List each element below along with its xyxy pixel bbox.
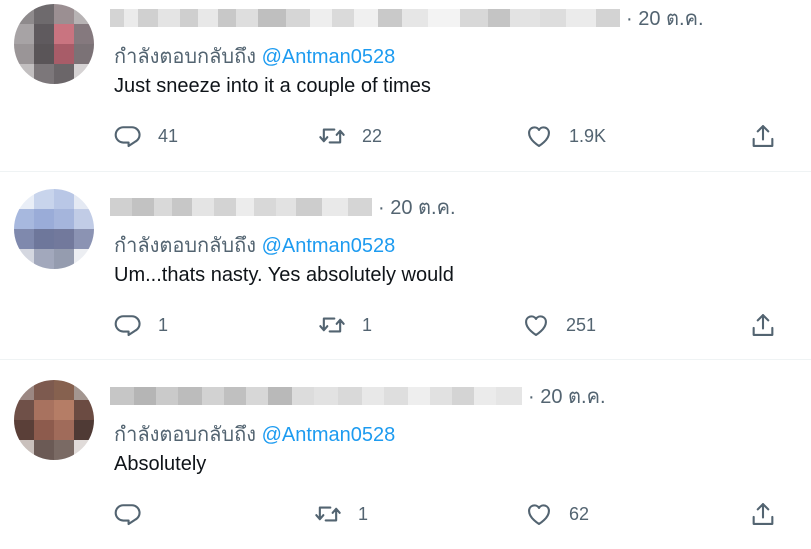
share-icon xyxy=(752,314,774,336)
retweet-button[interactable]: 1 xyxy=(318,311,372,339)
replying-to-prefix: กำลังตอบกลับถึง xyxy=(114,424,256,446)
retweet-count: 1 xyxy=(358,503,369,524)
retweet-icon xyxy=(319,128,345,144)
author-line: · 20 ต.ค. xyxy=(110,385,606,408)
avatar[interactable] xyxy=(14,4,94,84)
retweet-icon xyxy=(319,317,345,333)
reply-count: 41 xyxy=(158,125,179,146)
blurred-author-name[interactable] xyxy=(110,198,372,216)
tweet-text: Absolutely xyxy=(114,453,207,475)
reply-icon xyxy=(114,504,141,526)
share-icon xyxy=(752,503,774,525)
heart-icon xyxy=(528,126,550,147)
mention-link[interactable]: @Antman0528 xyxy=(262,46,396,68)
retweet-count: 22 xyxy=(362,125,383,146)
retweet-icon xyxy=(315,506,341,522)
reply-button[interactable]: 41 xyxy=(114,122,178,150)
like-button[interactable]: 62 xyxy=(525,500,589,528)
blurred-author-name[interactable] xyxy=(110,387,522,405)
reply-icon xyxy=(114,315,141,337)
like-count: 1.9K xyxy=(569,125,607,146)
tweet-actions: 1 1 251 xyxy=(0,311,811,341)
avatar[interactable] xyxy=(14,380,94,460)
reply-tweet[interactable]: · 20 ต.ค. กำลังตอบกลับถึง @Antman0528 Ab… xyxy=(0,360,811,549)
replying-to-prefix: กำลังตอบกลับถึง xyxy=(114,235,256,257)
reply-button[interactable] xyxy=(114,500,158,528)
share-button[interactable] xyxy=(749,122,777,150)
avatar[interactable] xyxy=(14,189,94,269)
author-line: · 20 ต.ค. xyxy=(110,196,456,219)
mention-link[interactable]: @Antman0528 xyxy=(262,235,396,257)
tweet-time[interactable]: · 20 ต.ค. xyxy=(378,191,456,223)
like-count: 62 xyxy=(569,503,590,524)
heart-icon xyxy=(525,315,547,336)
tweet-time[interactable]: · 20 ต.ค. xyxy=(528,380,606,412)
share-button[interactable] xyxy=(749,500,777,528)
reply-icon xyxy=(114,126,141,148)
replying-to: กำลังตอบกลับถึง @Antman0528 xyxy=(114,418,395,450)
like-button[interactable]: 1.9K xyxy=(525,122,606,150)
replying-to: กำลังตอบกลับถึง @Antman0528 xyxy=(114,40,395,72)
like-count: 251 xyxy=(566,314,597,335)
replying-to: กำลังตอบกลับถึง @Antman0528 xyxy=(114,229,395,261)
tweet-text: Um...thats nasty. Yes absolutely would xyxy=(114,264,454,286)
author-line: · 20 ต.ค. xyxy=(110,7,704,30)
retweet-button[interactable]: 22 xyxy=(318,122,382,150)
retweet-button[interactable]: 1 xyxy=(314,500,368,528)
like-button[interactable]: 251 xyxy=(522,311,596,339)
reply-tweet[interactable]: · 20 ต.ค. กำลังตอบกลับถึง @Antman0528 Ju… xyxy=(0,0,811,189)
retweet-count: 1 xyxy=(362,314,373,335)
tweet-text: Just sneeze into it a couple of times xyxy=(114,75,431,97)
share-button[interactable] xyxy=(749,311,777,339)
mention-link[interactable]: @Antman0528 xyxy=(262,424,396,446)
tweet-actions: 41 22 1.9K xyxy=(0,122,811,152)
tweet-time[interactable]: · 20 ต.ค. xyxy=(626,2,704,34)
heart-icon xyxy=(528,504,550,525)
reply-tweet[interactable]: · 20 ต.ค. กำลังตอบกลับถึง @Antman0528 Um… xyxy=(0,172,811,361)
replying-to-prefix: กำลังตอบกลับถึง xyxy=(114,46,256,68)
reply-button[interactable]: 1 xyxy=(114,311,168,339)
reply-count: 1 xyxy=(158,314,169,335)
blurred-author-name[interactable] xyxy=(110,9,620,27)
share-icon xyxy=(752,125,774,147)
tweet-actions: 1 62 xyxy=(0,500,811,530)
